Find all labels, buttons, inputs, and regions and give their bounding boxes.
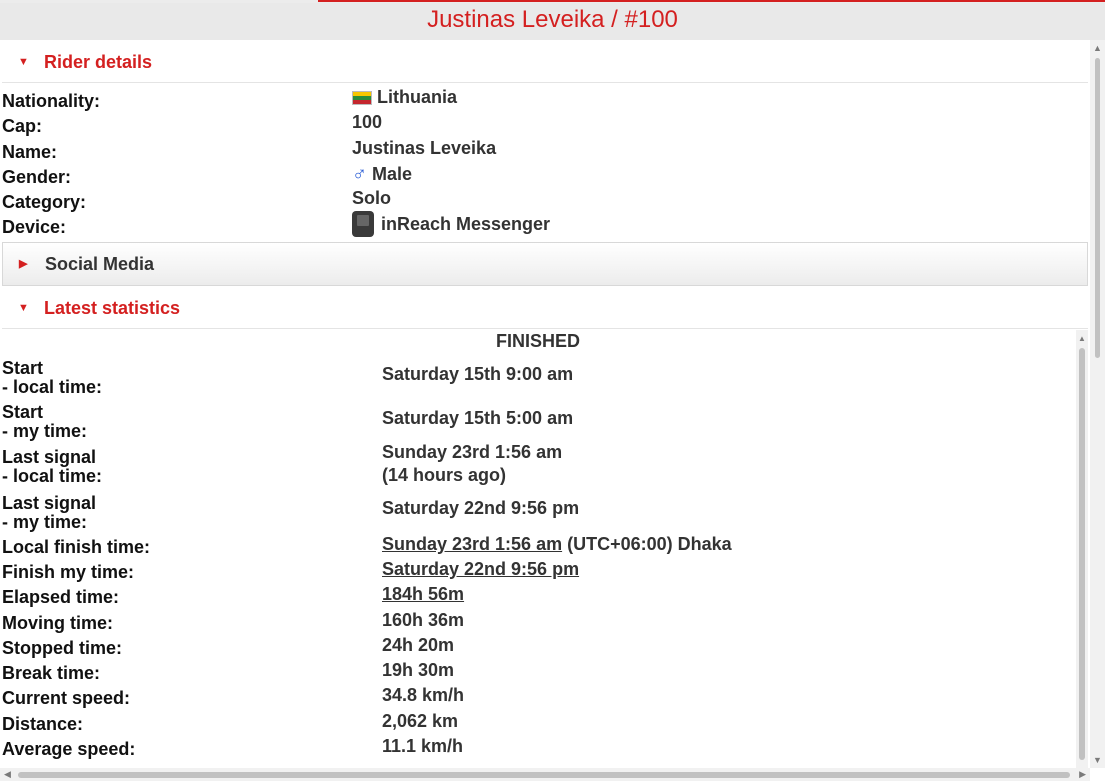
latest-statistics-header[interactable]: ▼ Latest statistics	[2, 287, 1088, 329]
device-value: inReach Messenger	[381, 213, 551, 234]
stat-label: Last signal - local time:	[2, 448, 102, 486]
stat-label: Elapsed time:	[2, 587, 120, 607]
stat-label: Stopped time:	[2, 638, 122, 658]
stat-value: Saturday 22nd 9:56 pm	[382, 498, 580, 518]
race-status: FINISHED	[495, 331, 580, 351]
stat-label: Distance:	[2, 714, 84, 734]
stat-label: Moving time:	[2, 613, 113, 633]
gender-value: Male	[372, 164, 413, 184]
stat-label: Current speed:	[2, 688, 131, 708]
rider-details-title: Rider details	[44, 52, 153, 72]
statistics-scrollbar[interactable]: ▲	[1076, 330, 1088, 768]
page-horizontal-scrollbar[interactable]: ◀ ▶	[0, 768, 1090, 781]
scroll-up-icon[interactable]: ▲	[1093, 44, 1102, 53]
stat-label: Break time:	[2, 663, 101, 683]
stat-label-sub: - my time:	[2, 421, 88, 441]
detail-value: Lithuania	[352, 87, 457, 108]
stat-label-main: Last signal	[2, 447, 97, 467]
stat-label-sub: - local time:	[2, 466, 103, 486]
detail-label: Category:	[2, 192, 87, 212]
cap-value: 100	[352, 112, 383, 132]
male-symbol-icon: ♂	[352, 163, 367, 185]
local-finish-link[interactable]: Sunday 23rd 1:56 am	[382, 534, 562, 554]
caret-down-icon: ▼	[18, 56, 29, 68]
stat-value: Saturday 22nd 9:56 pm	[382, 558, 579, 581]
stat-value: 34.8 km/h	[382, 685, 465, 705]
stat-value: Sunday 23rd 1:56 am (14 hours ago)	[382, 441, 562, 487]
statistics-scroll-thumb[interactable]	[1079, 348, 1085, 760]
stat-label-sub: - local time:	[2, 377, 103, 397]
elapsed-time-link[interactable]: 184h 56m	[382, 584, 464, 604]
caret-right-icon: ▶	[19, 258, 28, 270]
nationality-value: Lithuania	[377, 87, 457, 107]
stat-value: Saturday 15th 5:00 am	[382, 408, 574, 428]
statistics-panel: FINISHED Start - local time: Saturday 15t…	[2, 330, 1088, 768]
name-value: Justinas Leveika	[352, 138, 497, 158]
stat-value: 24h 20m	[382, 635, 455, 655]
detail-value: inReach Messenger	[352, 211, 550, 237]
stat-label: Last signal - my time:	[2, 494, 96, 532]
stat-label: Local finish time:	[2, 537, 151, 557]
stat-value-main: Sunday 23rd 1:56 am	[382, 442, 563, 462]
inreach-device-icon	[352, 211, 374, 237]
detail-label: Nationality:	[2, 91, 101, 111]
stat-label-sub: - my time:	[2, 512, 88, 532]
caret-down-icon: ▼	[18, 302, 29, 314]
stat-label: Finish my time:	[2, 562, 135, 582]
page-scroll-thumb[interactable]	[1095, 58, 1100, 358]
stat-value: Saturday 15th 9:00 am	[382, 364, 574, 384]
detail-label: Cap:	[2, 116, 42, 136]
detail-label: Name:	[2, 142, 58, 162]
rider-details-header[interactable]: ▼ Rider details	[2, 41, 1088, 83]
page-vertical-scrollbar[interactable]: ▲ ▼	[1090, 40, 1105, 768]
horizontal-scroll-thumb[interactable]	[18, 772, 1070, 778]
stat-label-main: Start	[2, 402, 44, 422]
last-signal-ago: (14 hours ago)	[382, 465, 507, 485]
scroll-left-icon[interactable]: ◀	[4, 769, 11, 780]
stat-label: Start - local time:	[2, 359, 102, 397]
category-value: Solo	[352, 188, 391, 208]
scroll-down-icon[interactable]: ▼	[1093, 756, 1102, 765]
finish-my-time-link[interactable]: Saturday 22nd 9:56 pm	[382, 559, 579, 579]
page-title: Justinas Leveika / #100	[0, 3, 1105, 40]
stat-value: 19h 30m	[382, 660, 455, 680]
latest-statistics-title: Latest statistics	[44, 298, 181, 318]
stat-label: Average speed:	[2, 739, 136, 759]
stat-label-main: Start	[2, 358, 44, 378]
stat-label-main: Last signal	[2, 493, 97, 513]
stat-value: 184h 56m	[382, 583, 464, 606]
lithuania-flag-icon	[352, 90, 372, 105]
social-media-header[interactable]: ▶ Social Media	[2, 242, 1088, 286]
stat-label: Start - my time:	[2, 403, 87, 441]
stat-value: 11.1 km/h	[382, 736, 464, 756]
scroll-up-icon[interactable]: ▲	[1078, 334, 1086, 343]
social-media-title: Social Media	[45, 254, 155, 274]
top-accent-red	[318, 0, 1105, 2]
detail-value: ♂ Male	[352, 163, 412, 186]
detail-label: Gender:	[2, 167, 72, 187]
local-finish-timezone: (UTC+06:00) Dhaka	[562, 534, 732, 554]
stat-value: 160h 36m	[382, 610, 465, 630]
scroll-right-icon[interactable]: ▶	[1079, 769, 1086, 780]
stat-value: 2,062 km	[382, 711, 459, 731]
stat-value: Sunday 23rd 1:56 am (UTC+06:00) Dhaka	[382, 533, 732, 556]
detail-label: Device:	[2, 217, 67, 237]
